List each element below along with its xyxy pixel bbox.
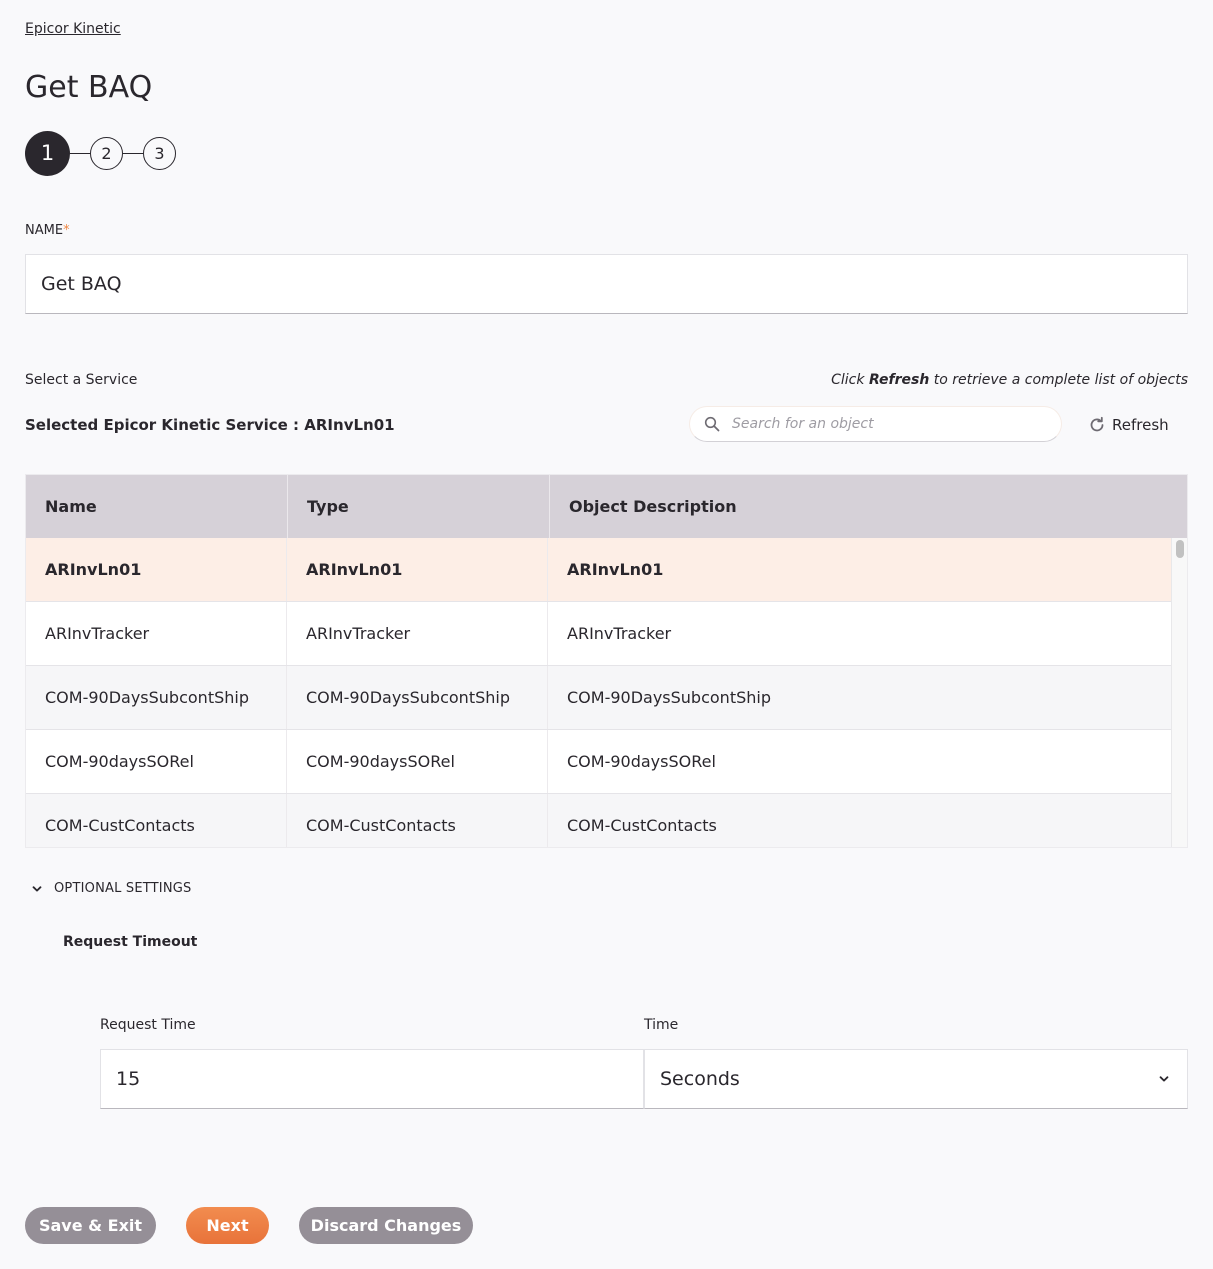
cell-description: COM-90DaysSubcontShip — [567, 688, 771, 707]
cell-type: COM-90daysSORel — [287, 730, 548, 793]
search-input[interactable] — [732, 416, 1032, 432]
table-rows: ARInvLn01 ARInvLn01 ARInvLn01 ARInvTracker A… — [26, 538, 1172, 847]
save-exit-button[interactable]: Save & Exit — [25, 1207, 156, 1244]
cell-description: ARInvTracker — [567, 624, 672, 643]
table-header: Name Type Object Description — [26, 475, 1187, 538]
cell-type: ARInvTracker — [287, 602, 548, 665]
request-time-input[interactable] — [100, 1049, 644, 1109]
search-box[interactable] — [689, 406, 1062, 442]
select-service-label: Select a Service — [25, 372, 138, 388]
column-header-name[interactable]: Name — [26, 475, 288, 538]
cell-name: COM-CustContacts — [26, 794, 287, 847]
objects-table: Name Type Object Description ARInvLn01 AR… — [25, 474, 1188, 848]
table-row[interactable]: ARInvLn01 ARInvLn01 ARInvLn01 — [26, 538, 1172, 602]
stepper: 1 2 3 — [25, 130, 176, 176]
page-title: Get BAQ — [25, 70, 153, 105]
cell-description: COM-90daysSORel — [567, 752, 716, 771]
scrollbar-thumb[interactable] — [1176, 540, 1184, 558]
refresh-hint: Click Refresh to retrieve a complete lis… — [831, 372, 1188, 388]
chevron-down-icon — [32, 885, 42, 891]
breadcrumb-link[interactable]: Epicor Kinetic — [25, 21, 121, 37]
refresh-hint-bold: Refresh — [868, 372, 930, 388]
table-row[interactable]: ARInvTracker ARInvTracker ARInvTracker — [26, 602, 1172, 666]
name-label: NAME* — [25, 223, 70, 238]
column-header-type[interactable]: Type — [288, 475, 550, 538]
request-timeout-heading: Request Timeout — [63, 934, 198, 950]
refresh-button[interactable]: Refresh — [1088, 416, 1169, 434]
required-marker: * — [63, 223, 70, 238]
cell-description: COM-CustContacts — [567, 816, 717, 835]
refresh-hint-prefix: Click — [831, 372, 869, 388]
table-row[interactable]: COM-90daysSORel COM-90daysSORel COM-90days… — [26, 730, 1172, 794]
search-icon — [704, 416, 720, 432]
cell-name: COM-90daysSORel — [26, 730, 287, 793]
cell-type: ARInvLn01 — [287, 538, 548, 601]
optional-settings-toggle[interactable]: OPTIONAL SETTINGS — [31, 881, 191, 896]
cell-description: ARInvLn01 — [567, 560, 664, 579]
cell-type: COM-CustContacts — [287, 794, 548, 847]
discard-changes-button[interactable]: Discard Changes — [299, 1207, 473, 1244]
table-scrollbar[interactable] — [1171, 538, 1187, 847]
column-header-description[interactable]: Object Description — [550, 475, 1187, 538]
time-unit-label: Time — [644, 1017, 679, 1033]
step-3[interactable]: 3 — [143, 136, 176, 170]
cell-name: ARInvLn01 — [26, 538, 287, 601]
refresh-label: Refresh — [1112, 416, 1169, 434]
time-unit-value: Seconds — [660, 1068, 740, 1090]
table-body: ARInvLn01 ARInvLn01 ARInvLn01 ARInvTracker A… — [26, 538, 1187, 847]
request-time-label: Request Time — [100, 1017, 196, 1033]
name-input[interactable] — [25, 254, 1188, 314]
next-button[interactable]: Next — [186, 1207, 269, 1244]
step-1[interactable]: 1 — [25, 130, 70, 176]
cell-name: ARInvTracker — [26, 602, 287, 665]
refresh-hint-suffix: to retrieve a complete list of objects — [929, 372, 1188, 388]
cell-type: COM-90DaysSubcontShip — [287, 666, 548, 729]
step-connector — [70, 152, 90, 154]
selected-service-text: Selected Epicor Kinetic Service : ARInvL… — [25, 416, 395, 434]
name-label-text: NAME — [25, 223, 64, 238]
step-connector — [123, 152, 143, 154]
optional-settings-label: OPTIONAL SETTINGS — [54, 881, 192, 896]
step-2[interactable]: 2 — [90, 136, 123, 170]
cell-name: COM-90DaysSubcontShip — [26, 666, 287, 729]
refresh-icon — [1090, 416, 1104, 432]
chevron-down-icon — [1159, 1076, 1169, 1082]
table-row[interactable]: COM-90DaysSubcontShip COM-90DaysSubcontSh… — [26, 666, 1172, 730]
time-unit-select[interactable]: Seconds — [644, 1049, 1188, 1109]
table-row[interactable]: COM-CustContacts COM-CustContacts COM-Cust… — [26, 794, 1172, 847]
